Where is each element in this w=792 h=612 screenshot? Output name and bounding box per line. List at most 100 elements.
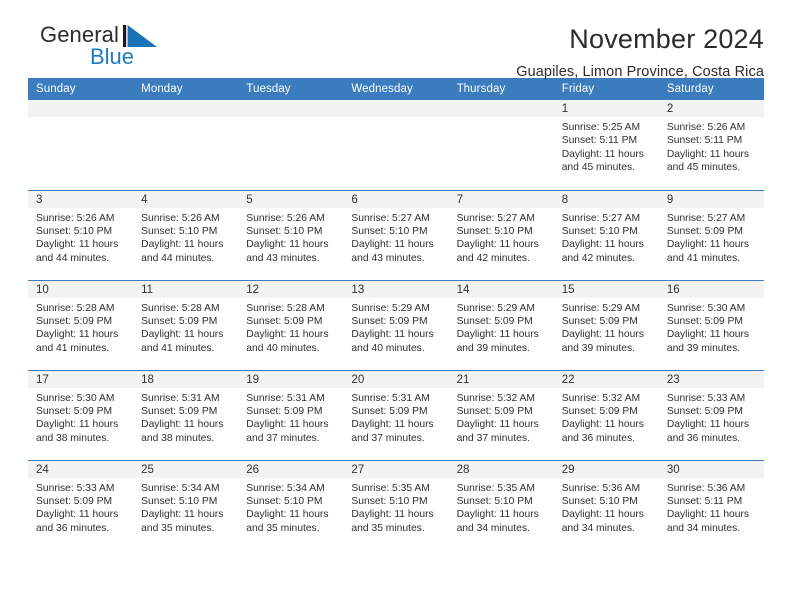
calendar-day-cell[interactable]: 12 Sunrise: 5:28 AM Sunset: 5:09 PM Dayligh… [238,279,344,370]
sunset-text: Sunset: 5:09 PM [141,315,218,327]
calendar-day-cell[interactable]: 25 Sunrise: 5:34 AM Sunset: 5:10 PM Dayligh… [133,459,239,550]
sunrise-text: Sunrise: 5:34 AM [141,482,220,494]
daylight-text: Daylight: 11 hours and 35 minutes. [351,509,434,534]
day-number: 27 [343,460,449,478]
page-title: November 2024 [569,24,764,54]
sunrise-text: Sunrise: 5:36 AM [561,482,641,494]
brand-name-blue: Blue [90,44,135,69]
calendar-day-cell[interactable]: 19 Sunrise: 5:31 AM Sunset: 5:09 PM Dayligh… [238,369,344,460]
sunset-text: Sunset: 5:09 PM [456,315,533,327]
sunrise-text: Sunrise: 5:26 AM [36,212,115,224]
daylight-text: Daylight: 11 hours and 34 minutes. [456,509,539,534]
day-details: Sunrise: 5:29 AM Sunset: 5:09 PM Daylight:… [554,298,659,356]
day-details: Sunrise: 5:26 AM Sunset: 5:10 PM Daylight:… [133,208,238,266]
day-number [343,100,449,117]
calendar-day-cell[interactable]: 2 Sunrise: 5:26 AM Sunset: 5:11 PM Daylight… [658,100,764,190]
calendar-day-cell[interactable]: 6 Sunrise: 5:27 AM Sunset: 5:10 PM Daylight… [343,189,449,280]
calendar-day-cell[interactable]: 3 Sunrise: 5:26 AM Sunset: 5:10 PM Daylight… [28,189,134,280]
sunrise-text: Sunrise: 5:31 AM [246,392,325,404]
daylight-text: Daylight: 11 hours and 44 minutes. [141,239,224,264]
daylight-text: Daylight: 11 hours and 43 minutes. [351,239,434,264]
day-details: Sunrise: 5:36 AM Sunset: 5:11 PM Daylight:… [659,478,764,536]
calendar-day-cell[interactable]: 29 Sunrise: 5:36 AM Sunset: 5:10 PM Dayligh… [553,459,659,550]
sunset-text: Sunset: 5:10 PM [351,495,428,507]
sunset-text: Sunset: 5:10 PM [246,495,323,507]
calendar-day-cell[interactable]: 21 Sunrise: 5:32 AM Sunset: 5:09 PM Dayligh… [448,369,554,460]
weekday-header-monday: Monday [133,78,239,100]
sunrise-text: Sunrise: 5:36 AM [666,482,746,494]
daylight-text: Daylight: 11 hours and 34 minutes. [561,509,644,534]
calendar-day-cell[interactable]: 24 Sunrise: 5:33 AM Sunset: 5:09 PM Dayligh… [28,459,134,550]
calendar-day-cell[interactable]: 17 Sunrise: 5:30 AM Sunset: 5:09 PM Dayligh… [28,369,134,460]
sunrise-text: Sunrise: 5:30 AM [666,302,746,314]
calendar-day-cell[interactable]: 16 Sunrise: 5:30 AM Sunset: 5:09 PM Dayligh… [658,279,764,370]
sunset-text: Sunset: 5:11 PM [666,495,743,507]
day-number: 26 [238,460,344,478]
calendar-day-cell[interactable]: 30 Sunrise: 5:36 AM Sunset: 5:11 PM Dayligh… [658,459,764,550]
calendar-day-cell[interactable]: 14 Sunrise: 5:29 AM Sunset: 5:09 PM Dayligh… [448,279,554,370]
calendar-day-cell[interactable]: 1 Sunrise: 5:25 AM Sunset: 5:11 PM Daylight… [553,100,659,190]
day-details: Sunrise: 5:25 AM Sunset: 5:11 PM Daylight:… [554,117,659,175]
daylight-text: Daylight: 11 hours and 45 minutes. [666,148,750,174]
calendar-day-cell[interactable]: 23 Sunrise: 5:33 AM Sunset: 5:09 PM Dayligh… [658,369,764,460]
calendar-day-cell[interactable]: 15 Sunrise: 5:29 AM Sunset: 5:09 PM Dayligh… [553,279,659,370]
daylight-text: Daylight: 11 hours and 36 minutes. [666,419,750,444]
brand-logo[interactable]: General Blue [28,22,160,74]
daylight-text: Daylight: 11 hours and 43 minutes. [246,239,329,264]
page-header: General Blue November 2024 Guapiles, Lim… [28,0,764,81]
day-number: 5 [238,190,344,208]
day-details: Sunrise: 5:34 AM Sunset: 5:10 PM Daylight:… [133,478,238,536]
sunset-text: Sunset: 5:09 PM [36,315,113,327]
sunset-text: Sunset: 5:10 PM [456,225,533,237]
sunrise-text: Sunrise: 5:33 AM [666,392,746,404]
sunset-text: Sunset: 5:10 PM [561,495,638,507]
weekday-header-thursday: Thursday [448,78,554,100]
day-number: 12 [238,280,344,298]
daylight-text: Daylight: 11 hours and 36 minutes. [561,419,644,444]
day-details: Sunrise: 5:35 AM Sunset: 5:10 PM Daylight:… [343,478,448,536]
calendar-day-cell[interactable]: 5 Sunrise: 5:26 AM Sunset: 5:10 PM Daylight… [238,189,344,280]
day-details: Sunrise: 5:36 AM Sunset: 5:10 PM Daylight:… [554,478,659,536]
brand-name-general: General [40,22,119,47]
sunrise-text: Sunrise: 5:27 AM [351,212,430,224]
calendar-day-cell[interactable]: 27 Sunrise: 5:35 AM Sunset: 5:10 PM Dayligh… [343,459,449,550]
calendar-day-cell[interactable]: 11 Sunrise: 5:28 AM Sunset: 5:09 PM Dayligh… [133,279,239,370]
sunset-text: Sunset: 5:10 PM [456,495,533,507]
calendar-day-cell[interactable]: 8 Sunrise: 5:27 AM Sunset: 5:10 PM Daylight… [553,189,659,280]
daylight-text: Daylight: 11 hours and 36 minutes. [36,509,119,534]
calendar-day-cell[interactable]: 7 Sunrise: 5:27 AM Sunset: 5:10 PM Daylight… [448,189,554,280]
day-number [28,100,134,117]
weekday-header-tuesday: Tuesday [238,78,344,100]
day-number: 19 [238,370,344,388]
calendar-day-cell[interactable]: 20 Sunrise: 5:31 AM Sunset: 5:09 PM Dayligh… [343,369,449,460]
day-details: Sunrise: 5:35 AM Sunset: 5:10 PM Daylight:… [449,478,554,536]
calendar-day-cell[interactable]: 18 Sunrise: 5:31 AM Sunset: 5:09 PM Dayligh… [133,369,239,460]
day-number: 24 [28,460,134,478]
sunset-text: Sunset: 5:09 PM [246,405,323,417]
calendar-day-cell[interactable]: 28 Sunrise: 5:35 AM Sunset: 5:10 PM Dayligh… [448,459,554,550]
sunrise-text: Sunrise: 5:28 AM [141,302,220,314]
day-details: Sunrise: 5:30 AM Sunset: 5:09 PM Daylight:… [659,298,764,356]
day-details: Sunrise: 5:33 AM Sunset: 5:09 PM Daylight:… [28,478,133,536]
day-details: Sunrise: 5:27 AM Sunset: 5:10 PM Daylight:… [554,208,659,266]
calendar-week-row: 1 Sunrise: 5:25 AM Sunset: 5:11 PM Daylight… [28,100,764,190]
daylight-text: Daylight: 11 hours and 37 minutes. [351,419,434,444]
day-details: Sunrise: 5:30 AM Sunset: 5:09 PM Daylight:… [28,388,133,446]
day-details: Sunrise: 5:28 AM Sunset: 5:09 PM Daylight:… [133,298,238,356]
day-details: Sunrise: 5:27 AM Sunset: 5:09 PM Daylight:… [659,208,764,266]
daylight-text: Daylight: 11 hours and 37 minutes. [246,419,329,444]
sunrise-text: Sunrise: 5:30 AM [36,392,115,404]
day-details: Sunrise: 5:29 AM Sunset: 5:09 PM Daylight:… [449,298,554,356]
sunset-text: Sunset: 5:09 PM [666,405,743,417]
calendar-day-cell[interactable]: 4 Sunrise: 5:26 AM Sunset: 5:10 PM Daylight… [133,189,239,280]
day-details: Sunrise: 5:26 AM Sunset: 5:10 PM Daylight:… [28,208,133,266]
calendar-day-cell[interactable]: 26 Sunrise: 5:34 AM Sunset: 5:10 PM Dayligh… [238,459,344,550]
sunset-text: Sunset: 5:09 PM [36,495,113,507]
calendar-day-cell[interactable]: 22 Sunrise: 5:32 AM Sunset: 5:09 PM Dayligh… [553,369,659,460]
calendar-day-cell[interactable]: 13 Sunrise: 5:29 AM Sunset: 5:09 PM Dayligh… [343,279,449,370]
daylight-text: Daylight: 11 hours and 41 minutes. [36,329,119,354]
sunrise-text: Sunrise: 5:25 AM [561,122,641,133]
calendar-day-cell[interactable]: 9 Sunrise: 5:27 AM Sunset: 5:09 PM Daylight… [658,189,764,280]
sunrise-text: Sunrise: 5:26 AM [246,212,325,224]
calendar-day-cell[interactable]: 10 Sunrise: 5:28 AM Sunset: 5:09 PM Dayligh… [28,279,134,370]
